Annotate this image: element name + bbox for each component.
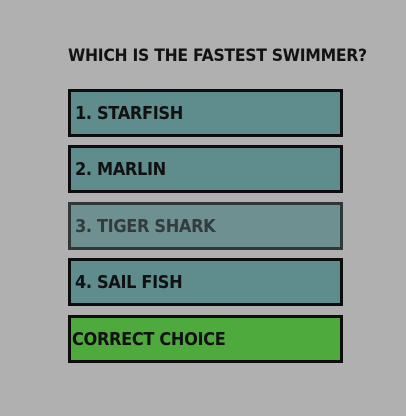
answer-option-starfish[interactable]: 1. STARFISH — [68, 89, 343, 137]
answer-option-label: 1. STARFISH — [75, 102, 183, 124]
feedback-label: CORRECT CHOICE — [72, 328, 226, 350]
correct-choice-banner[interactable]: CORRECT CHOICE — [68, 315, 343, 363]
answer-option-label: 3. TIGER SHARK — [75, 215, 216, 237]
answer-option-tiger-shark[interactable]: 3. TIGER SHARK — [68, 202, 343, 250]
answer-option-sail-fish[interactable]: 4. SAIL FISH — [68, 258, 343, 306]
answer-option-marlin[interactable]: 2. MARLIN — [68, 145, 343, 193]
quiz-question: WHICH IS THE FASTEST SWIMMER? — [68, 46, 367, 66]
answer-option-label: 2. MARLIN — [75, 158, 166, 180]
answer-option-label: 4. SAIL FISH — [75, 271, 183, 293]
